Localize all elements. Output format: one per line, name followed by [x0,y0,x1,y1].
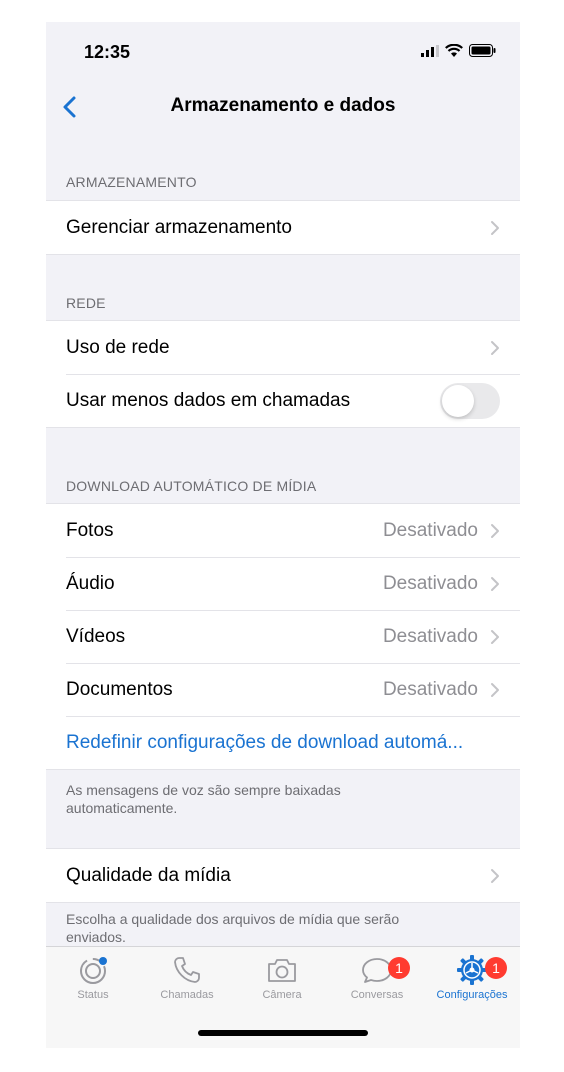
settings-badge: 1 [485,957,507,979]
camera-icon [268,959,296,982]
audio-label: Áudio [66,572,115,594]
low-data-calls-toggle[interactable] [440,383,500,419]
documents-label: Documentos [66,678,173,700]
section-header-auto-download: DOWNLOAD AUTOMÁTICO DE MÍDIA [66,478,317,494]
home-indicator[interactable] [198,1030,368,1036]
storage-group: Gerenciar armazenamento [46,200,520,255]
tab-status[interactable]: Status [48,953,138,1013]
manage-storage-row[interactable]: Gerenciar armazenamento [46,201,520,254]
status-time: 12:35 [84,42,131,62]
page-title: Armazenamento e dados [170,95,396,116]
gear-icon [457,955,487,985]
reset-auto-download-link[interactable]: Redefinir configurações de download auto… [66,732,463,754]
chevron-right-icon [491,524,499,538]
section-header-storage: ARMAZENAMENTO [66,174,197,190]
auto-download-audio-row[interactable]: Áudio Desativado [46,557,520,610]
manage-storage-label: Gerenciar armazenamento [66,216,292,238]
signal-icon [421,44,439,57]
media-quality-note: Escolha a qualidade dos arquivos de mídi… [66,911,400,945]
chevron-right-icon [491,341,499,355]
chevron-right-icon [491,577,499,591]
tab-camera-label: Câmera [262,989,302,1001]
tab-chats-label: Conversas [350,989,404,1001]
phone-screen: 12:35 Armazenamento e dados ARMAZENAMENT… [46,22,520,1048]
photos-value: Desativado [382,519,478,541]
battery-icon [469,44,496,57]
toggle-knob [442,385,474,417]
low-data-calls-label: Usar menos dados em chamadas [66,389,351,411]
reset-auto-download-row[interactable]: Redefinir configurações de download auto… [46,716,520,769]
auto-download-photos-row[interactable]: Fotos Desativado [46,504,520,557]
wifi-icon [445,44,463,57]
status-icons [421,44,496,57]
chevron-right-icon [491,221,499,235]
navigation-bar: Armazenamento e dados [46,82,520,130]
tab-calls[interactable]: Chamadas [142,953,232,1013]
chevron-right-icon [491,869,499,883]
tab-calls-label: Chamadas [160,989,214,1001]
network-usage-label: Uso de rede [66,336,170,358]
media-quality-group: Qualidade da mídia [46,848,520,903]
low-data-calls-row: Usar menos dados em chamadas [46,374,520,427]
audio-value: Desativado [382,572,478,594]
network-usage-row[interactable]: Uso de rede [46,321,520,374]
status-bar: 12:35 [46,22,520,82]
chats-badge: 1 [388,957,410,979]
videos-value: Desativado [382,625,478,647]
chevron-right-icon [491,630,499,644]
tab-settings-label: Configurações [436,989,508,1001]
tab-chats[interactable]: Conversas 1 [332,953,422,1013]
auto-download-documents-row[interactable]: Documentos Desativado [46,663,520,716]
auto-download-videos-row[interactable]: Vídeos Desativado [46,610,520,663]
voice-messages-note: As mensagens de voz são sempre baixadas … [66,782,341,816]
tab-camera[interactable]: Câmera [237,953,327,1013]
photos-label: Fotos [66,519,114,541]
media-quality-label: Qualidade da mídia [66,864,231,886]
videos-label: Vídeos [66,625,126,647]
network-group: Uso de rede Usar menos dados em chamadas [46,320,520,428]
media-quality-row[interactable]: Qualidade da mídia [46,849,520,902]
section-header-network: REDE [66,295,106,311]
documents-value: Desativado [382,678,478,700]
chevron-right-icon [491,683,499,697]
tab-settings[interactable]: Configurações 1 [427,953,517,1013]
auto-download-group: Fotos Desativado Áudio Desativado Vídeos… [46,503,520,770]
tab-status-label: Status [77,989,109,1001]
phone-icon [174,957,200,983]
status-icon [80,957,107,984]
